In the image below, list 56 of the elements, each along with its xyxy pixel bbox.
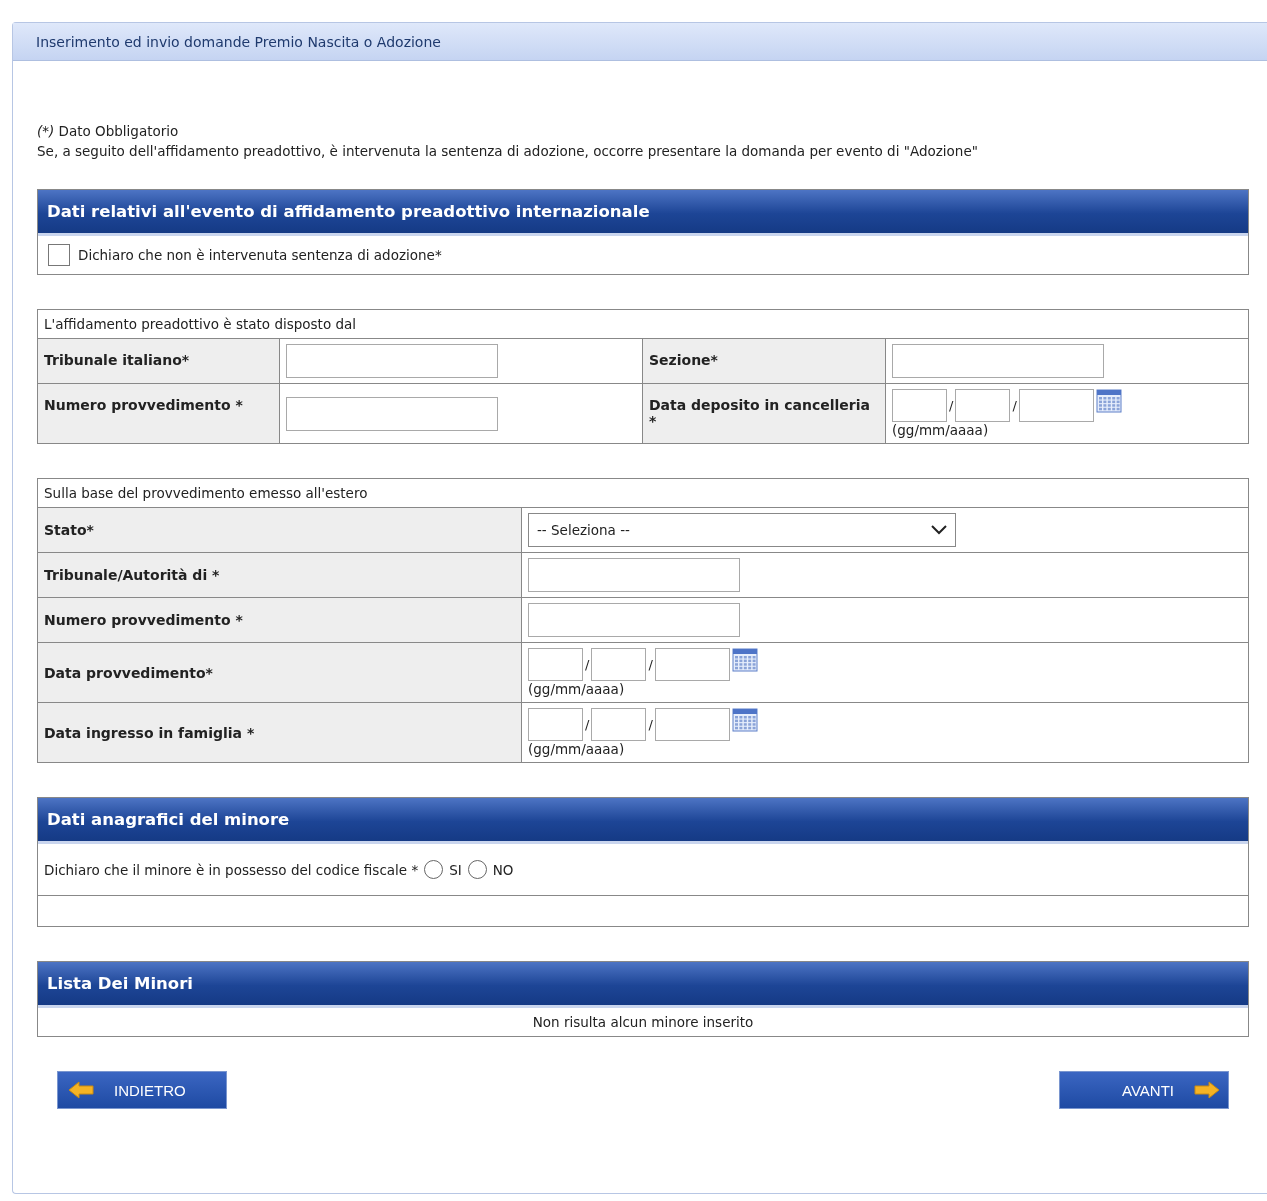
radio-button[interactable] [424,860,444,879]
field-label: Data ingresso in famiglia * [38,703,522,762]
required-mark: (*) [37,123,55,139]
text-field[interactable] [286,396,498,431]
radio-label: SI [449,861,462,878]
section-header: Lista Dei Minori [38,962,1248,1008]
field-label: Data provvedimento* [38,643,522,703]
field-label: Numero provvedimento * [38,598,522,643]
arrow-icon [1194,1081,1220,1099]
month-field[interactable] [955,389,1011,422]
date-separator: / [585,657,590,672]
day-field[interactable] [528,708,583,741]
field-label: Stato* [38,508,522,553]
next-button[interactable]: AVANTI [1059,1071,1229,1109]
date-separator: / [1012,398,1017,413]
question-text: Dichiaro che il minore è in possesso del codice fiscale * [44,861,419,878]
calendar-icon[interactable] [731,708,758,732]
checkbox-label: Dichiaro che non è intervenuta sentenza di adozione* [78,247,442,263]
month-field[interactable] [591,648,647,681]
day-field[interactable] [528,648,583,681]
text-field[interactable] [892,344,1104,378]
date-format-hint: (gg/mm/aaaa) [528,741,626,757]
field-label: Tribunale/Autorità di * [38,553,522,598]
calendar-icon[interactable] [1095,389,1122,413]
date-format-hint: (gg/mm/aaaa) [528,681,626,697]
radio-label: NO [492,861,514,878]
field-label: Data deposito in cancelleria * [642,384,886,443]
date-format-hint: (gg/mm/aaaa) [892,422,990,438]
date-separator: / [648,717,653,732]
info-text: Se, a seguito dell'affidamento preadottivo, è intervenuta la sentenza di adozione, occorre presentare la domanda per evento di "Adozione" [37,142,979,161]
day-field[interactable] [892,389,947,422]
select-field[interactable]: -- Seleziona -- [528,513,956,547]
chevron-down-icon [931,525,947,535]
page-title: Inserimento ed invio domande Premio Nascita o Adozione [13,23,1267,61]
text-field[interactable] [528,558,740,592]
field-label: Tribunale italiano* [38,339,280,384]
field-label: Sezione* [642,339,886,384]
date-separator: / [949,398,954,413]
radio-button[interactable] [467,860,487,879]
month-field[interactable] [591,708,647,741]
field-label: Numero provvedimento * [38,384,280,443]
checkbox[interactable] [48,244,70,266]
year-field[interactable] [1018,389,1094,422]
date-separator: / [585,717,590,732]
arrow-icon [68,1081,94,1099]
text-field[interactable] [528,603,740,637]
year-field[interactable] [654,708,730,741]
back-button[interactable]: INDIETRO [57,1071,227,1109]
calendar-icon[interactable] [731,648,758,672]
empty-message: Non risulta alcun minore inserito [532,1014,754,1030]
date-separator: / [648,657,653,672]
text-field[interactable] [286,344,498,378]
section-header: Dati anagrafici del minore [38,798,1248,844]
year-field[interactable] [654,648,730,681]
required-note: Dato Obbligatorio [58,123,179,139]
section-header: Dati relativi all'evento di affidamento preadottivo internazionale [38,190,1248,236]
